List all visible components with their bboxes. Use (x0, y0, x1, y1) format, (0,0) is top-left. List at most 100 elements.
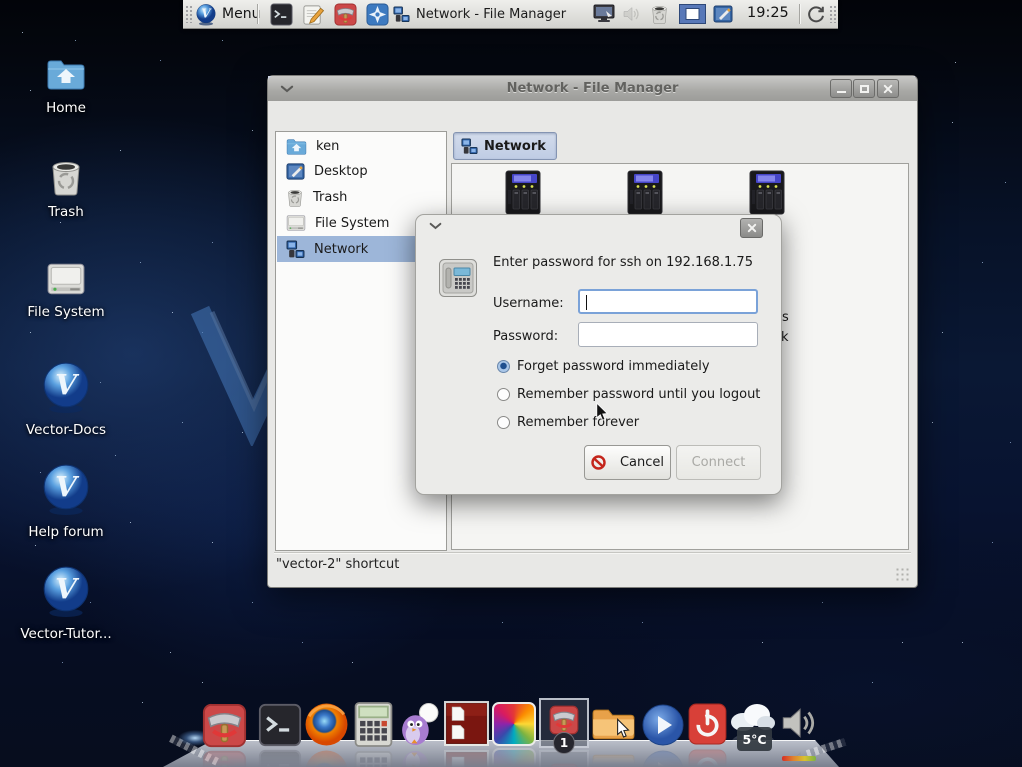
window-title: Network - File Manager (268, 81, 917, 96)
desktop-icon-label: Vector-Docs (14, 422, 118, 438)
vasm-launcher-icon[interactable] (366, 3, 389, 26)
panel-separator-2 (799, 4, 800, 24)
vector-globe-icon (40, 462, 92, 516)
cancel-no-entry-icon (591, 455, 606, 470)
panel-handle-right[interactable] (829, 5, 836, 23)
desktop-icon-vector-docs[interactable]: Vector-Docs (14, 360, 118, 438)
terminal-launcher-icon[interactable] (270, 3, 293, 26)
network-icon (393, 6, 410, 23)
volume-tray-icon[interactable] (621, 4, 641, 24)
refresh-icon[interactable] (807, 5, 825, 23)
radio-forget-password-label[interactable]: Forget password immediately (517, 359, 710, 374)
trash-icon (286, 188, 304, 207)
dock-gslapt-icon[interactable] (202, 703, 247, 748)
connect-button[interactable]: Connect (676, 445, 761, 480)
dock-power-icon[interactable] (687, 701, 728, 746)
menu-label: Menu (222, 6, 260, 22)
sidebar-item-label: File System (315, 216, 389, 231)
cancel-button[interactable]: ​Cancel (584, 445, 671, 480)
dialog-message: Enter password for ssh on 192.168.1.75 (493, 255, 768, 270)
network-icon (461, 138, 478, 155)
volume-level-bar (782, 756, 816, 761)
display-tray-icon[interactable] (593, 4, 615, 24)
minimize-icon (837, 91, 846, 93)
mouse-cursor (595, 402, 609, 422)
taskbar-item-file-manager[interactable]: Network - File Manager (393, 2, 566, 26)
radio-selected-icon (497, 360, 510, 373)
radio-remember-forever[interactable] (497, 416, 510, 429)
dock-firefox-icon[interactable] (304, 702, 349, 747)
radio-remember-until-logout-label[interactable]: Remember password until you logout (517, 387, 760, 402)
statusbar-text: "vector-2" shortcut (276, 557, 399, 572)
radio-icon (497, 416, 510, 429)
desktop-icon-label: Home (14, 100, 118, 116)
password-input[interactable] (578, 322, 758, 347)
desktop-icon-file-system[interactable]: File System (14, 262, 118, 320)
dock-volume-icon[interactable] (777, 702, 819, 744)
desktop-icon-label: File System (14, 304, 118, 320)
desktop-icon-vector-tutorial[interactable]: Vector-Tutor... (14, 564, 118, 642)
top-panel: Menu Network - File Manager 19:25 (183, 0, 838, 29)
partial-item-label: s (782, 310, 789, 325)
applications-menu-button[interactable]: Menu (195, 2, 260, 26)
keyring-safe-icon (438, 258, 478, 298)
nas-device-icon[interactable] (621, 170, 669, 216)
sidebar-item-desktop[interactable]: Desktop (277, 158, 447, 184)
gslapt-launcher-icon[interactable] (334, 3, 357, 26)
radio-remember-forever-label[interactable]: Remember forever (517, 415, 639, 430)
vector-globe-icon (40, 564, 92, 618)
dock-documents-icon[interactable] (443, 700, 490, 747)
username-input[interactable] (578, 289, 758, 314)
workspace-pager[interactable] (679, 4, 706, 24)
desktop-tray-icon[interactable] (713, 4, 733, 24)
path-button-network[interactable]: Network (453, 132, 557, 160)
vector-logo-icon (195, 3, 217, 26)
nas-device-icon[interactable] (499, 170, 547, 216)
window-resize-grip[interactable] (895, 567, 911, 581)
text-caret (586, 295, 587, 310)
dock-graphics-icon[interactable] (492, 702, 536, 746)
dock-pidgin-icon[interactable] (397, 701, 442, 747)
close-button[interactable] (877, 79, 899, 98)
dock-media-player-icon[interactable] (641, 703, 685, 747)
folder-cursor-icon (616, 718, 630, 739)
window-count-badge: 1 (553, 732, 575, 754)
close-icon (883, 84, 893, 94)
weather-temperature-badge: 5°C (737, 727, 772, 751)
dock-terminal-icon[interactable] (258, 703, 302, 747)
sidebar-item-ken[interactable]: ken (277, 133, 447, 159)
drive-icon (286, 214, 306, 232)
sidebar-item-label: Trash (313, 190, 347, 205)
desktop-icon-label: Vector-Tutor... (14, 626, 118, 642)
radio-forget-password[interactable] (497, 360, 510, 373)
maximize-icon (860, 85, 869, 93)
maximize-button[interactable] (853, 79, 875, 98)
desktop-icon-home[interactable]: Home (14, 56, 118, 116)
network-icon (286, 240, 305, 259)
window-titlebar[interactable]: Network - File Manager (268, 76, 917, 101)
sidebar-item-label: Desktop (314, 164, 368, 179)
panel-handle-left[interactable] (185, 5, 192, 23)
text-editor-launcher-icon[interactable] (302, 3, 325, 26)
trash-icon (47, 158, 85, 196)
panel-clock[interactable]: 19:25 (747, 5, 789, 21)
dock-calculator-icon[interactable] (352, 701, 395, 748)
partial-item-label: k (781, 330, 789, 345)
desktop-icon-trash[interactable]: Trash (14, 158, 118, 220)
minimize-button[interactable] (830, 79, 852, 98)
trash-tray-icon[interactable] (650, 4, 669, 24)
sidebar-item-trash[interactable]: Trash (277, 184, 447, 210)
desktop-icon-help-forum[interactable]: Help forum (14, 462, 118, 540)
cancel-label-text: Cancel (620, 455, 664, 470)
sidebar-item-label: ken (316, 139, 339, 154)
drive-icon (46, 262, 86, 296)
dialog-shade-icon[interactable] (429, 222, 442, 230)
home-folder-icon (286, 137, 307, 156)
password-label: Password: (493, 329, 558, 344)
radio-remember-until-logout[interactable] (497, 388, 510, 401)
nas-device-icon[interactable] (743, 170, 791, 216)
dialog-close-button[interactable] (740, 218, 763, 238)
ssh-password-dialog: Enter password for ssh on 192.168.1.75 U… (415, 214, 782, 495)
statusbar-divider (274, 552, 911, 553)
desktop-root: Menu Network - File Manager 19:25 Home T… (0, 0, 1022, 767)
